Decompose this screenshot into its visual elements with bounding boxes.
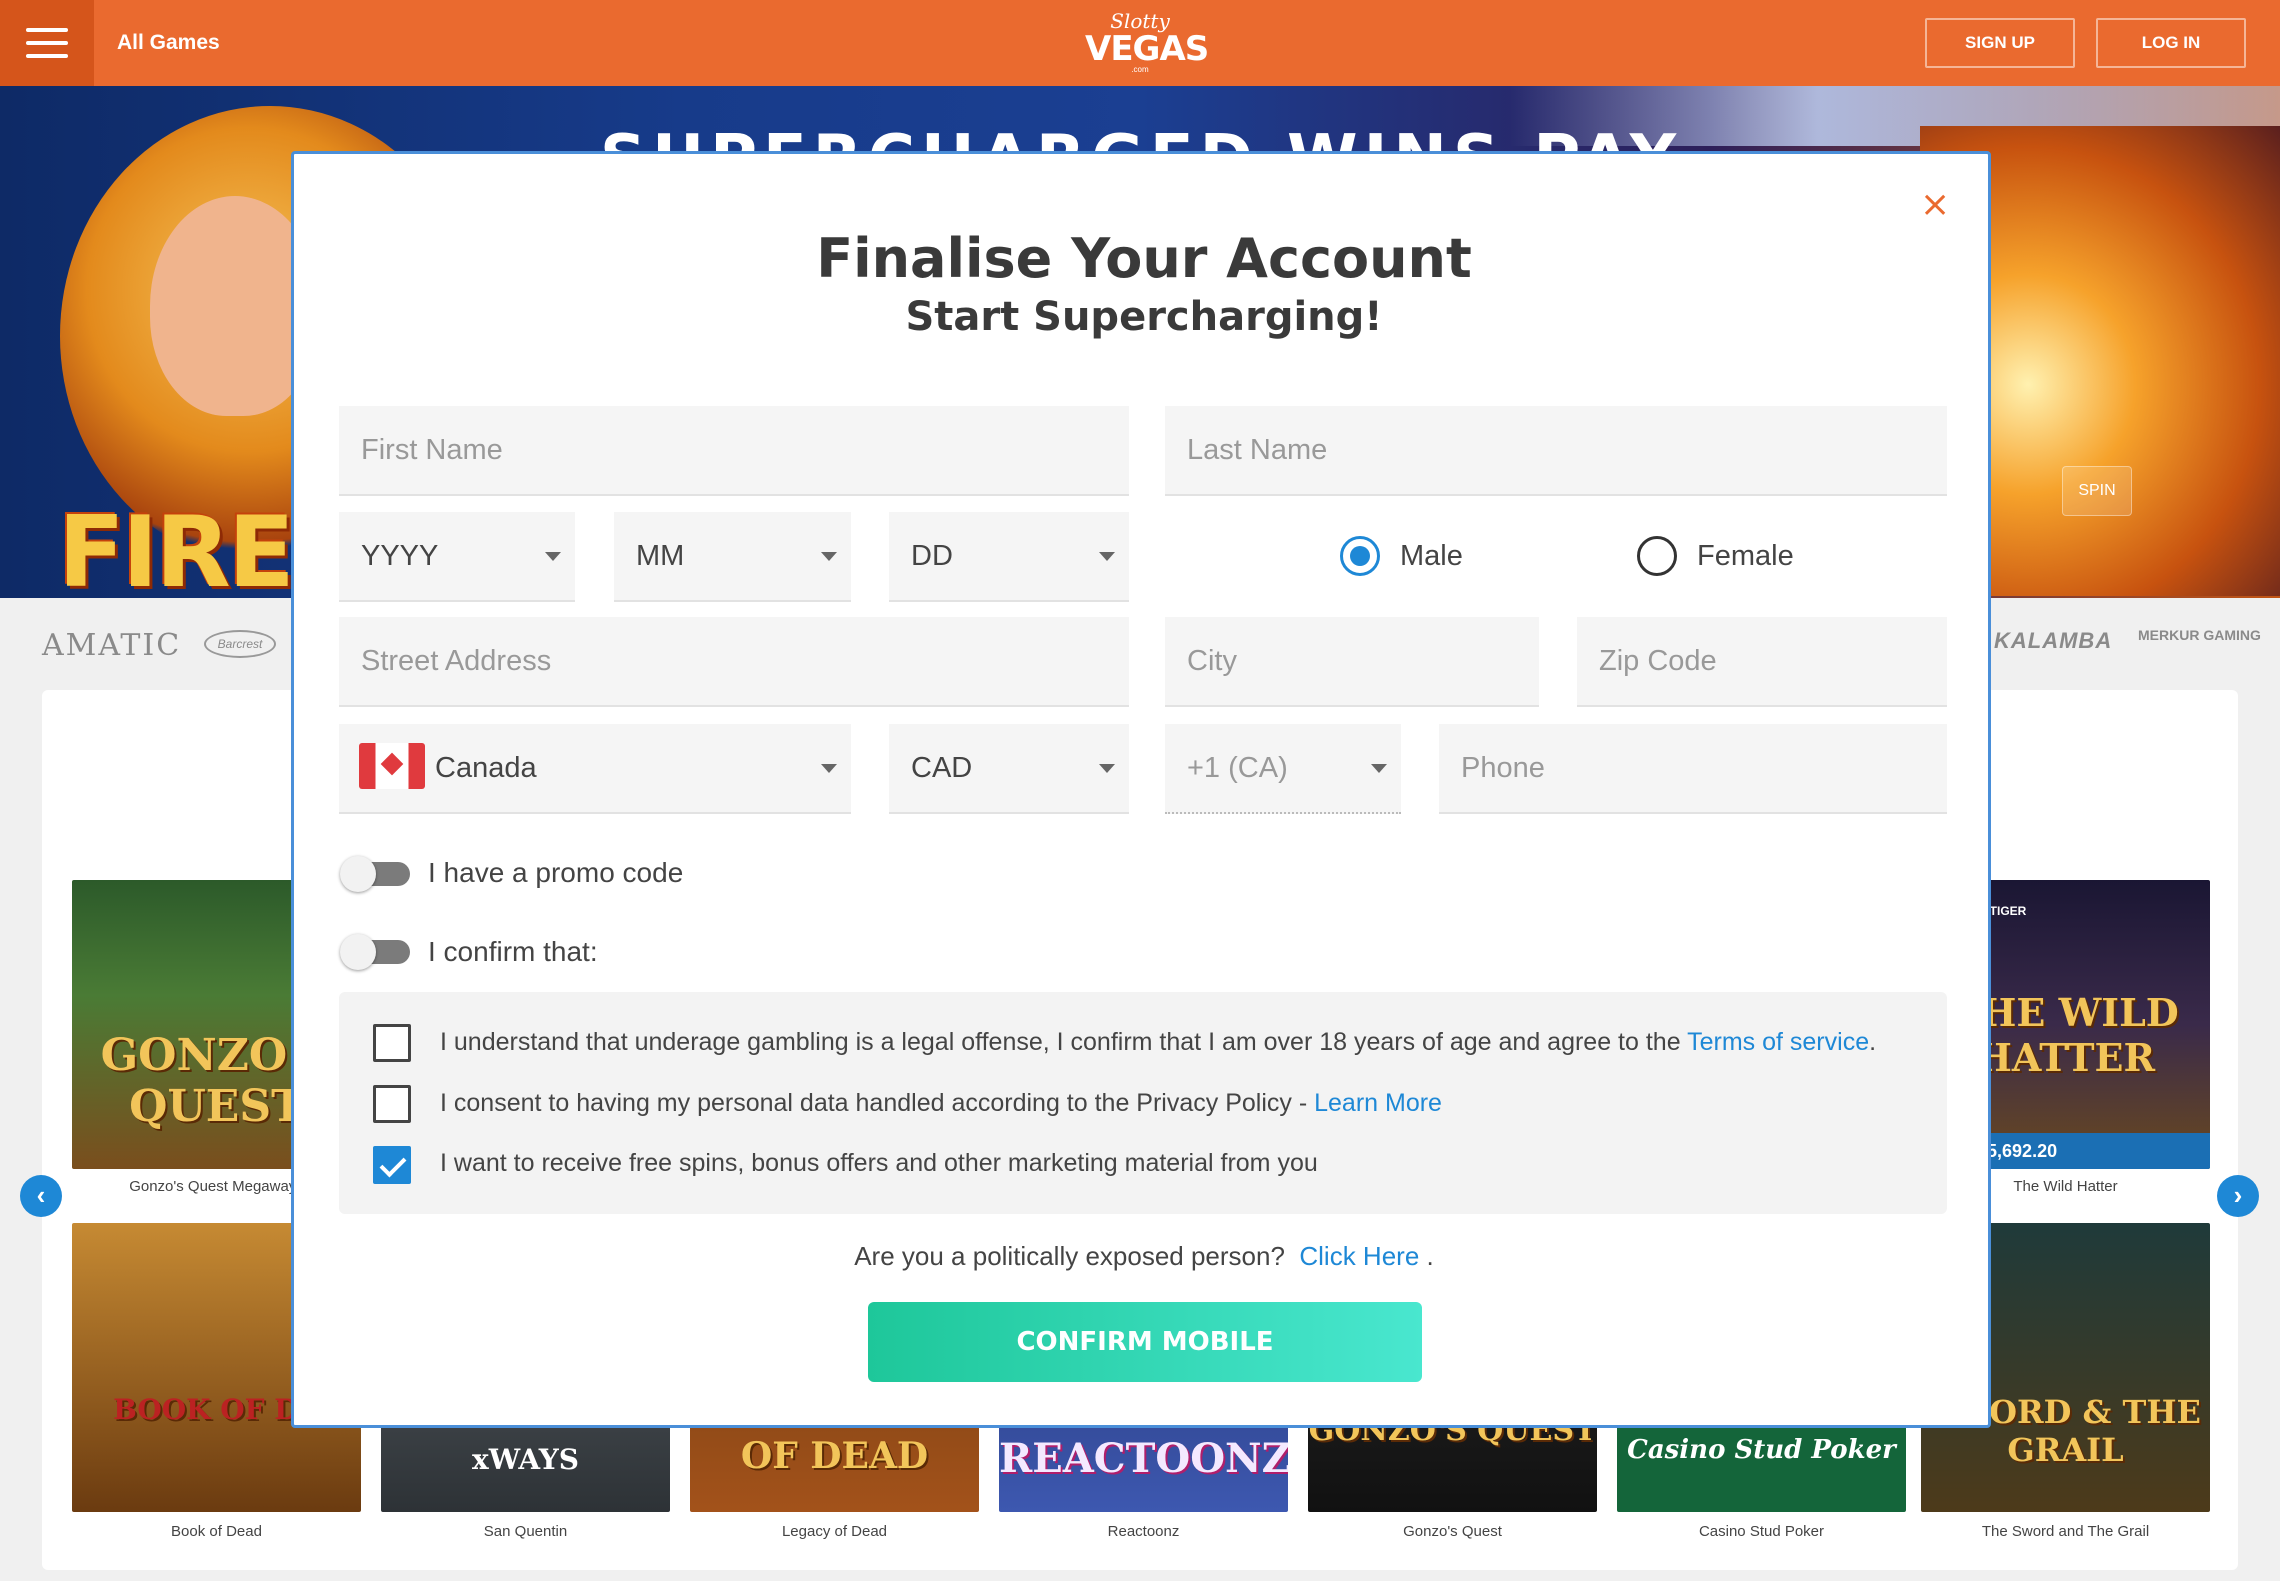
carousel-next-arrow-icon[interactable]: ›	[2217, 1175, 2259, 1217]
last-name-field[interactable]: Last Name	[1165, 406, 1947, 496]
site-logo[interactable]: Slotty VEGAS .com	[1085, 10, 1209, 76]
hero-spin-button: SPIN	[2062, 466, 2132, 516]
game-title[interactable]: Casino Stud Poker	[1617, 1523, 1906, 1540]
consent-panel: I understand that underage gambling is a…	[339, 992, 1947, 1214]
consent-privacy-checkbox[interactable]	[373, 1085, 411, 1123]
chevron-down-icon	[1099, 764, 1115, 773]
pep-click-here-link[interactable]: Click Here	[1299, 1241, 1419, 1271]
consent-marketing-text: I want to receive free spins, bonus offe…	[440, 1149, 1318, 1177]
chevron-down-icon	[545, 552, 561, 561]
dial-code-value: +1 (CA)	[1187, 752, 1288, 784]
confirm-all-toggle[interactable]	[340, 934, 412, 970]
promo-code-toggle[interactable]	[340, 856, 412, 892]
game-title[interactable]: Legacy of Dead	[690, 1523, 979, 1540]
consent-marketing-checkbox[interactable]	[373, 1146, 411, 1184]
toggle-knob	[340, 934, 376, 970]
consent-age-checkbox[interactable]	[373, 1024, 411, 1062]
terms-of-service-link[interactable]: Terms of service	[1687, 1028, 1869, 1056]
logo-text-vegas: VEGAS	[1085, 29, 1209, 69]
provider-kalamba-logo[interactable]: KALAMBA	[1994, 628, 2112, 654]
street-address-field[interactable]: Street Address	[339, 617, 1129, 707]
consent-privacy-copy: I consent to having my personal data han…	[440, 1089, 1315, 1117]
consent-age-text: I understand that underage gambling is a…	[440, 1028, 1876, 1057]
dial-code-select[interactable]: +1 (CA)	[1165, 724, 1401, 814]
hamburger-menu-icon[interactable]	[0, 0, 94, 86]
carousel-prev-arrow-icon[interactable]: ‹	[20, 1175, 62, 1217]
game-title[interactable]: San Quentin	[381, 1523, 670, 1540]
radio-unchecked-icon	[1637, 536, 1677, 576]
sign-up-button[interactable]: SIGN UP	[1925, 18, 2075, 68]
confirm-all-label: I confirm that:	[428, 936, 598, 967]
currency-value: CAD	[911, 752, 973, 784]
provider-merkur-logo[interactable]: MERKUR GAMING	[2138, 628, 2261, 642]
top-header: All Games Slotty VEGAS .com SIGN UP LOG …	[0, 0, 2280, 86]
currency-select[interactable]: CAD	[889, 724, 1129, 814]
radio-checked-icon	[1340, 536, 1380, 576]
promo-code-label: I have a promo code	[428, 857, 684, 888]
game-title[interactable]: Gonzo's Quest	[1308, 1523, 1597, 1540]
chevron-down-icon	[1371, 764, 1387, 773]
learn-more-link[interactable]: Learn More	[1314, 1089, 1442, 1117]
game-logo: REACTOONZ	[999, 1435, 1288, 1482]
canada-flag-icon	[359, 743, 425, 790]
game-title[interactable]: Book of Dead	[72, 1523, 361, 1540]
all-games-link[interactable]: All Games	[117, 0, 220, 86]
game-logo: xWAYS	[472, 1443, 579, 1476]
modal-subtitle: Start Supercharging!	[905, 294, 1383, 340]
confirm-mobile-button[interactable]: CONFIRM MOBILE	[868, 1302, 1422, 1382]
pep-text: Are you a politically exposed person?	[854, 1241, 1285, 1271]
game-logo: Casino Stud Poker	[1627, 1435, 1896, 1465]
close-icon[interactable]: ×	[1920, 187, 1950, 223]
chevron-down-icon	[821, 764, 837, 773]
game-title[interactable]: Reactoonz	[999, 1523, 1288, 1540]
birth-month-select[interactable]: MM	[614, 512, 851, 602]
pep-question: Are you a politically exposed person? Cl…	[294, 1241, 1994, 1272]
birth-year-value: YYYY	[361, 540, 439, 572]
gender-female-radio[interactable]: Female	[1637, 536, 1794, 576]
gender-male-label: Male	[1400, 539, 1463, 572]
chevron-down-icon	[1099, 552, 1115, 561]
country-select[interactable]: Canada	[339, 724, 851, 814]
modal-title: Finalise Your Account	[816, 227, 1472, 290]
zip-code-field[interactable]: Zip Code	[1577, 617, 1947, 707]
provider-barcrest-logo[interactable]: Barcrest	[204, 630, 276, 658]
birth-year-select[interactable]: YYYY	[339, 512, 575, 602]
birth-day-select[interactable]: DD	[889, 512, 1129, 602]
game-logo: OF DEAD	[740, 1435, 929, 1477]
log-in-button[interactable]: LOG IN	[2096, 18, 2246, 68]
chevron-down-icon	[821, 552, 837, 561]
pep-end: .	[1426, 1241, 1434, 1271]
city-field[interactable]: City	[1165, 617, 1539, 707]
game-title[interactable]: The Sword and The Grail	[1921, 1523, 2210, 1540]
country-value: Canada	[435, 752, 537, 784]
consent-age-end: .	[1869, 1028, 1877, 1056]
phone-field[interactable]: Phone	[1439, 724, 1947, 814]
first-name-field[interactable]: First Name	[339, 406, 1129, 496]
gender-male-radio[interactable]: Male	[1340, 536, 1463, 576]
finalise-account-modal: × Finalise Your Account Start Supercharg…	[291, 151, 1991, 1428]
gender-female-label: Female	[1697, 539, 1794, 572]
provider-amatic-logo[interactable]: AMATIC	[42, 628, 181, 663]
birth-month-value: MM	[636, 540, 685, 572]
consent-age-copy: I understand that underage gambling is a…	[440, 1028, 1688, 1056]
birth-day-value: DD	[911, 540, 953, 572]
toggle-knob	[340, 856, 376, 892]
consent-privacy-text: I consent to having my personal data han…	[440, 1089, 1442, 1118]
